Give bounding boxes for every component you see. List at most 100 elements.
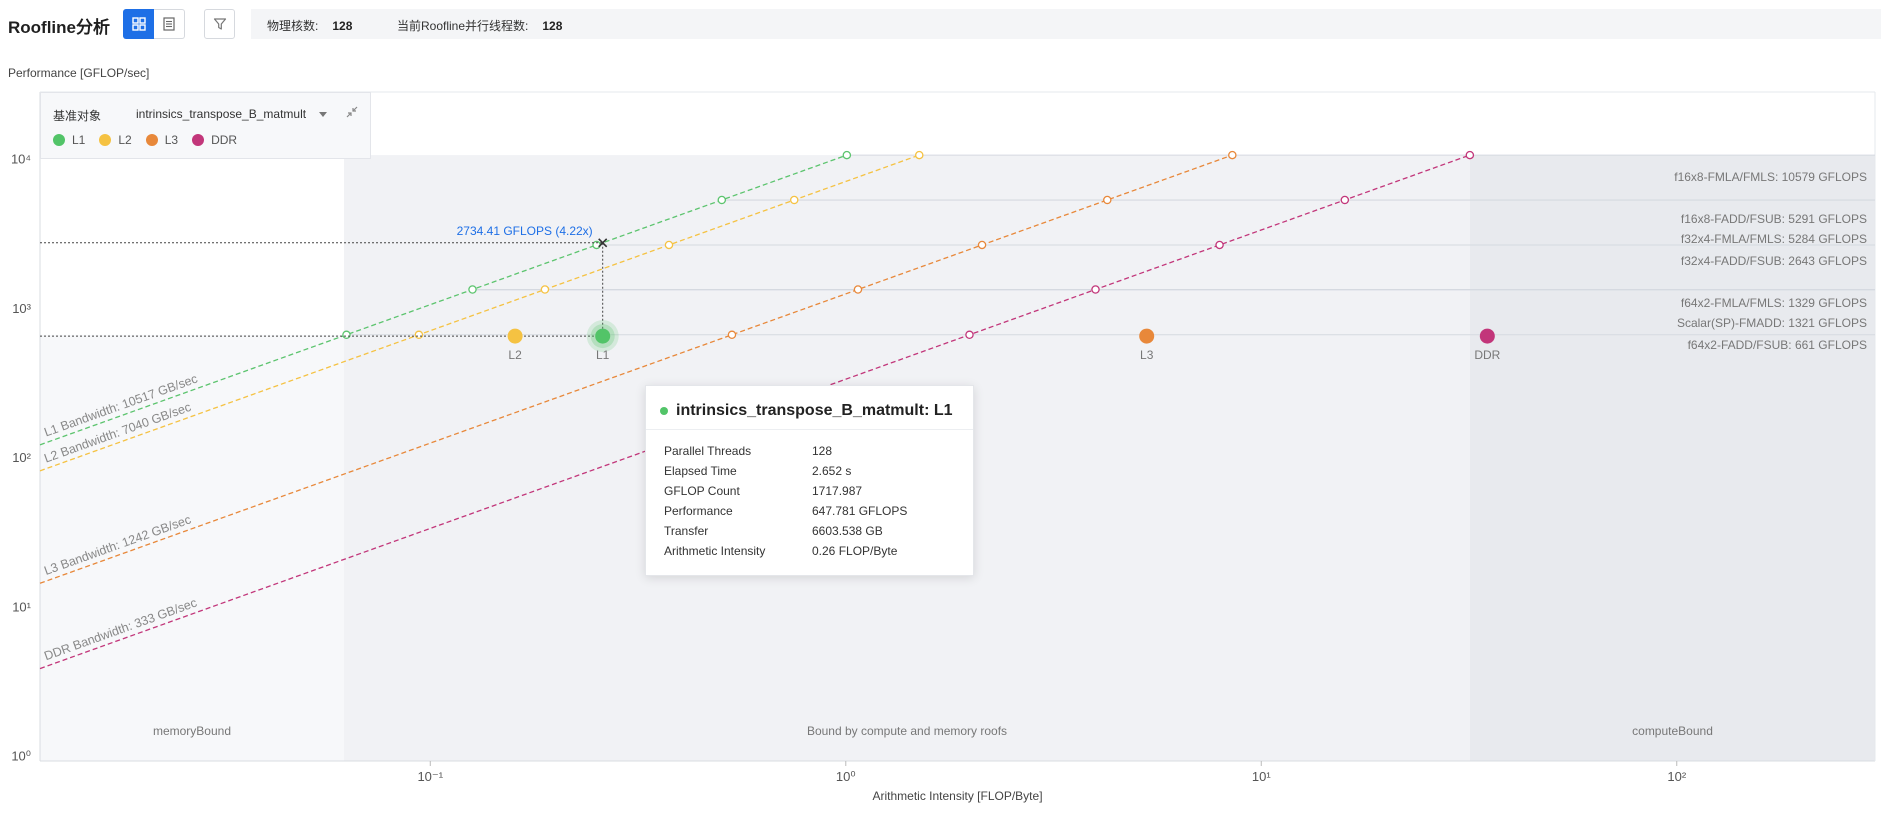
- legend-dot-ddr-icon: [192, 134, 205, 146]
- toolbar: Roofline分析 物理核数: 128 当前Roofline并行线程数: 128: [0, 0, 1887, 48]
- tooltip-rows: Parallel Threads 128 Elapsed Time 2.652 s …: [664, 441, 954, 561]
- baseline-label: 基准对象: [53, 109, 102, 123]
- point-marker: [1479, 328, 1495, 344]
- tooltip-title: intrinsics_transpose_B_matmult: L1: [676, 402, 953, 419]
- tooltip-divider: [646, 429, 973, 430]
- filter-button[interactable]: [204, 9, 235, 39]
- baseline-select[interactable]: intrinsics_transpose_B_matmult: [136, 107, 306, 121]
- point-marker: [1139, 328, 1155, 344]
- legend-label-l2: L2: [118, 133, 132, 147]
- compute-roof-label: f64x2-FMLA/FMLS: 1329 GFLOPS: [1681, 296, 1867, 310]
- tooltip-row: Parallel Threads 128: [664, 441, 954, 461]
- point-label: L1: [596, 348, 610, 362]
- legend-dot-l2-icon: [99, 134, 112, 146]
- compute-roof-label: Scalar(SP)-FMADD: 1321 GFLOPS: [1677, 316, 1867, 330]
- legend-panel: 基准对象 intrinsics_transpose_B_matmult L1 L…: [40, 92, 371, 159]
- grid-icon: [131, 17, 146, 31]
- point-tooltip: intrinsics_transpose_B_matmult: L1 Paral…: [645, 385, 974, 576]
- legend-items: L1 L2 L3 DDR: [53, 133, 237, 147]
- compute-roof-label: f32x4-FADD/FSUB: 2643 GFLOPS: [1681, 254, 1867, 268]
- region-label: memoryBound: [153, 724, 231, 738]
- tooltip-dot-icon: [660, 407, 668, 415]
- collapse-icon[interactable]: [345, 105, 359, 119]
- legend-label-l1: L1: [72, 133, 86, 147]
- ridge-marker: [342, 330, 351, 340]
- physical-cores-value: 128: [332, 19, 353, 33]
- ridge-marker: [1340, 195, 1350, 205]
- tooltip-header: intrinsics_transpose_B_matmult: L1: [660, 402, 953, 420]
- tooltip-row: Elapsed Time 2.652 s: [664, 461, 954, 481]
- ridge-marker: [1228, 150, 1237, 160]
- ridge-marker: [965, 330, 974, 340]
- document-list-icon: [163, 17, 175, 31]
- point-label: L3: [1140, 348, 1154, 362]
- tooltip-value: 6603.538 GB: [812, 524, 883, 538]
- tooltip-key: Transfer: [664, 524, 709, 538]
- ridge-marker: [853, 285, 863, 294]
- ridge-marker: [468, 285, 477, 294]
- legend-item-ddr[interactable]: DDR: [192, 133, 237, 147]
- compute-roof-label: f16x8-FADD/FSUB: 5291 GFLOPS: [1681, 212, 1867, 226]
- y-tick-label: 10²: [12, 450, 31, 465]
- region-label: computeBound: [1632, 724, 1713, 738]
- region-label: Bound by compute and memory roofs: [807, 724, 1007, 738]
- tooltip-key: Arithmetic Intensity: [664, 544, 766, 558]
- y-axis-title: Performance [GFLOP/sec]: [8, 66, 149, 80]
- ridge-marker: [1091, 285, 1100, 294]
- legend-label-ddr: DDR: [211, 133, 238, 147]
- compute-roof-label: f32x4-FMLA/FMLS: 5284 GFLOPS: [1681, 232, 1867, 246]
- physical-cores-info: 物理核数: 128: [267, 17, 352, 34]
- tooltip-key: Performance: [664, 504, 733, 518]
- filter-icon: [213, 18, 226, 30]
- compute-roof-label: f64x2-FADD/FSUB: 661 GFLOPS: [1688, 338, 1867, 352]
- chevron-down-icon[interactable]: [319, 112, 327, 117]
- point-label: DDR: [1474, 348, 1500, 362]
- tooltip-key: Parallel Threads: [664, 444, 752, 458]
- ridge-marker: [414, 330, 424, 340]
- y-tick-label: 10⁰: [11, 749, 31, 764]
- info-bar: 物理核数: 128 当前Roofline并行线程数: 128: [251, 9, 1881, 39]
- physical-cores-label: 物理核数:: [267, 19, 319, 33]
- tooltip-key: Elapsed Time: [664, 464, 737, 478]
- list-view-button[interactable]: [154, 9, 185, 39]
- baseline-selector[interactable]: 基准对象 intrinsics_transpose_B_matmult: [53, 107, 306, 124]
- x-tick-label: 10²: [1667, 769, 1686, 784]
- legend-dot-l3-icon: [145, 134, 158, 146]
- ridge-marker: [540, 285, 550, 294]
- ridge-marker: [789, 195, 799, 205]
- ridge-marker: [717, 195, 727, 205]
- tooltip-value: 128: [812, 444, 833, 458]
- legend-item-l1[interactable]: L1: [53, 133, 85, 147]
- ridge-marker: [1103, 195, 1112, 205]
- ridge-marker: [915, 150, 924, 160]
- legend-dot-l1-icon: [53, 134, 65, 146]
- ridge-marker: [842, 150, 852, 160]
- parallel-threads-info: 当前Roofline并行线程数: 128: [397, 17, 562, 34]
- page-title: Roofline分析: [8, 18, 110, 37]
- ridge-marker: [727, 330, 737, 340]
- x-tick-label: 10⁻¹: [417, 769, 443, 784]
- annotation-label: 2734.41 GFLOPS (4.22x): [457, 224, 593, 238]
- ridge-marker: [664, 240, 674, 250]
- legend-item-l3[interactable]: L3: [145, 133, 179, 147]
- legend-item-l2[interactable]: L2: [99, 133, 132, 147]
- x-axis-title: Arithmetic Intensity [FLOP/Byte]: [872, 789, 1042, 803]
- tooltip-value: 2.652 s: [812, 464, 852, 478]
- ridge-marker: [977, 240, 987, 250]
- grid-view-button[interactable]: [123, 9, 154, 39]
- y-tick-label: 10¹: [12, 599, 31, 614]
- x-tick-label: 10⁰: [836, 769, 856, 784]
- x-tick-label: 10¹: [1252, 769, 1271, 784]
- point-label: L2: [508, 348, 522, 362]
- point-marker: [595, 328, 611, 344]
- point-marker: [507, 328, 523, 344]
- tooltip-value: 0.26 FLOP/Byte: [812, 544, 898, 558]
- ridge-marker: [1215, 240, 1224, 250]
- legend-label-l3: L3: [164, 133, 179, 147]
- tooltip-row: Performance 647.781 GFLOPS: [664, 501, 954, 521]
- tooltip-key: GFLOP Count: [664, 484, 740, 498]
- compute-roof-label: f16x8-FMLA/FMLS: 10579 GFLOPS: [1674, 170, 1867, 184]
- tooltip-row: Arithmetic Intensity 0.26 FLOP/Byte: [664, 541, 954, 561]
- tooltip-value: 1717.987: [812, 484, 863, 498]
- tooltip-value: 647.781 GFLOPS: [812, 504, 908, 518]
